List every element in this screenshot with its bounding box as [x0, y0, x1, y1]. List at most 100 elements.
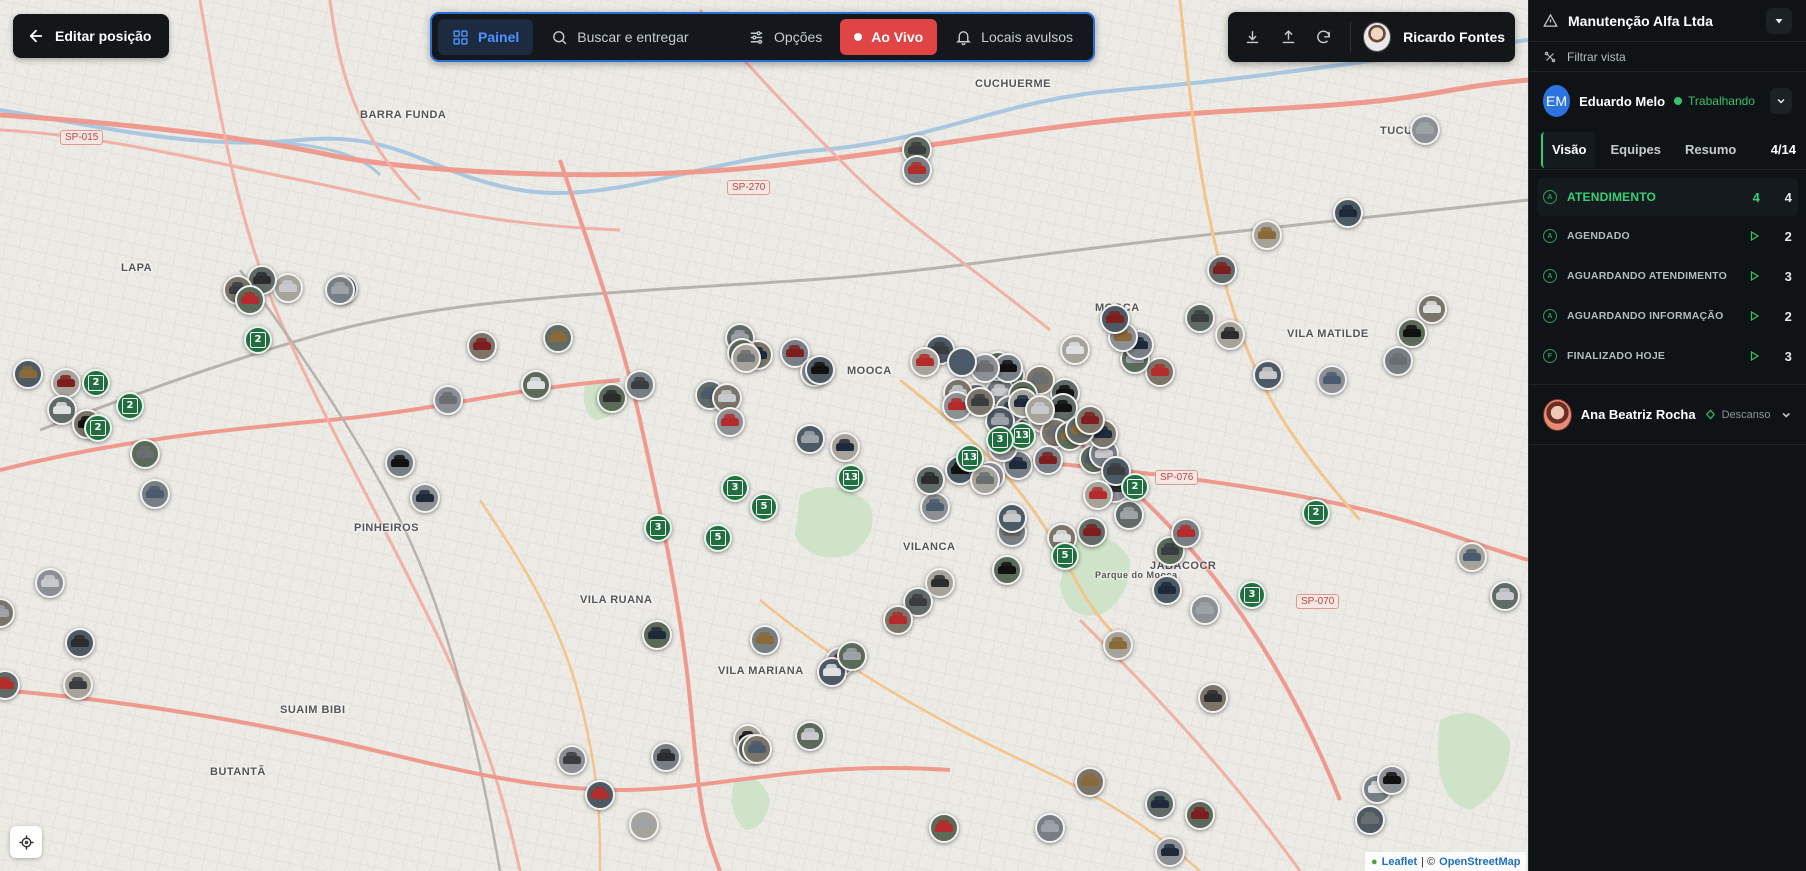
cluster-marker[interactable]: 3	[721, 474, 749, 502]
agent-expand-button[interactable]	[1769, 88, 1792, 114]
cluster-marker[interactable]: 2	[116, 392, 144, 420]
tab-visao[interactable]: Visão	[1541, 131, 1596, 168]
avatar[interactable]	[1363, 22, 1392, 52]
vehicle-marker[interactable]	[1145, 789, 1175, 819]
tab-equipes[interactable]: Equipes	[1601, 132, 1670, 168]
vehicle-marker[interactable]	[1377, 765, 1407, 795]
vehicle-marker[interactable]	[385, 448, 415, 478]
vehicle-marker[interactable]	[410, 483, 440, 513]
vehicle-marker[interactable]	[51, 368, 81, 398]
vehicle-marker[interactable]	[543, 323, 573, 353]
vehicle-marker[interactable]	[629, 810, 659, 840]
vehicle-marker[interactable]	[1075, 405, 1105, 435]
vehicle-marker[interactable]	[915, 465, 945, 495]
vehicle-marker[interactable]	[1077, 517, 1107, 547]
status-row-finalizado-hoje[interactable]: F FINALIZADO HOJE 3	[1529, 336, 1806, 376]
vehicle-marker[interactable]	[1155, 837, 1185, 867]
vehicle-marker[interactable]	[1490, 581, 1520, 611]
cluster-marker[interactable]: 2	[84, 414, 112, 442]
vehicle-marker[interactable]	[1457, 542, 1487, 572]
vehicle-marker[interactable]	[1083, 480, 1113, 510]
vehicle-marker[interactable]	[1355, 805, 1385, 835]
vehicle-marker[interactable]	[467, 331, 497, 361]
vehicle-marker[interactable]	[1252, 220, 1282, 250]
vehicle-marker[interactable]	[1035, 813, 1065, 843]
vehicle-marker[interactable]	[1417, 294, 1447, 324]
vehicle-marker[interactable]	[1171, 518, 1201, 548]
vehicle-marker[interactable]	[731, 343, 761, 373]
vehicle-marker[interactable]	[1198, 683, 1228, 713]
vehicle-marker[interactable]	[1103, 630, 1133, 660]
cluster-marker[interactable]: 13	[837, 464, 865, 492]
vehicle-marker[interactable]	[35, 568, 65, 598]
vehicle-marker[interactable]	[910, 347, 940, 377]
vehicle-marker[interactable]	[325, 275, 355, 305]
vehicle-marker[interactable]	[651, 742, 681, 772]
vehicle-marker[interactable]	[273, 273, 303, 303]
vehicle-marker[interactable]	[1060, 335, 1090, 365]
vehicle-marker[interactable]	[235, 285, 265, 315]
edit-position-button[interactable]: Editar posição	[13, 14, 170, 58]
vehicle-marker[interactable]	[997, 503, 1027, 533]
vehicle-marker[interactable]	[63, 670, 93, 700]
vehicle-marker[interactable]	[642, 620, 672, 650]
vehicle-marker[interactable]	[140, 479, 170, 509]
vehicle-marker[interactable]	[929, 813, 959, 843]
filter-view-button[interactable]: Filtrar vista	[1529, 42, 1806, 72]
vehicle-marker[interactable]	[1397, 318, 1427, 348]
vehicle-marker[interactable]	[1207, 255, 1237, 285]
tab-buscar[interactable]: Buscar e entregar	[537, 19, 702, 55]
refresh-button[interactable]	[1309, 21, 1338, 53]
vehicle-marker[interactable]	[750, 625, 780, 655]
vehicle-marker[interactable]	[1383, 346, 1413, 376]
vehicle-marker[interactable]	[1410, 115, 1440, 145]
agent-eduardo[interactable]: EM Eduardo Melo Trabalhando	[1529, 72, 1806, 130]
vehicle-marker[interactable]	[947, 347, 977, 377]
user-name[interactable]: Ricardo Fontes	[1403, 29, 1505, 45]
tab-painel[interactable]: Painel	[438, 19, 534, 55]
tab-locais[interactable]: Locais avulsos	[941, 19, 1087, 55]
cluster-marker[interactable]: 5	[750, 493, 778, 521]
cluster-marker[interactable]: 13	[956, 444, 984, 472]
vehicle-marker[interactable]	[902, 155, 932, 185]
vehicle-marker[interactable]	[521, 370, 551, 400]
cluster-marker[interactable]: 3	[1238, 581, 1266, 609]
leaflet-link[interactable]: Leaflet	[1382, 856, 1417, 868]
vehicle-marker[interactable]	[1253, 360, 1283, 390]
vehicle-marker[interactable]	[795, 721, 825, 751]
vehicle-marker[interactable]	[795, 424, 825, 454]
download-button[interactable]	[1238, 21, 1267, 53]
vehicle-marker[interactable]	[715, 407, 745, 437]
vehicle-marker[interactable]	[65, 628, 95, 658]
cluster-marker[interactable]: 2	[244, 326, 272, 354]
cluster-marker[interactable]: 3	[644, 514, 672, 542]
osm-link[interactable]: OpenStreetMap	[1439, 856, 1520, 868]
cluster-marker[interactable]: 5	[704, 524, 732, 552]
chevron-down-icon[interactable]	[1780, 408, 1792, 422]
cluster-marker[interactable]: 2	[1121, 473, 1149, 501]
vehicle-marker[interactable]	[13, 359, 43, 389]
vehicle-marker[interactable]	[1033, 445, 1063, 475]
tab-resumo[interactable]: Resumo	[1676, 132, 1745, 168]
vehicle-marker[interactable]	[1075, 767, 1105, 797]
vehicle-marker[interactable]	[920, 492, 950, 522]
map-view[interactable]: BARRA FUNDA LAPA PINHEIROS MOOCA VILA MA…	[0, 0, 1528, 871]
locate-button[interactable]	[10, 826, 42, 858]
status-row-atendimento[interactable]: A ATENDIMENTO 4 4	[1537, 178, 1798, 216]
cluster-marker[interactable]: 5	[1051, 542, 1079, 570]
status-row-aguardando-atendimento[interactable]: A AGUARDANDO ATENDIMENTO 3	[1529, 256, 1806, 296]
vehicle-marker[interactable]	[742, 734, 772, 764]
vehicle-marker[interactable]	[1333, 198, 1363, 228]
org-dropdown-button[interactable]	[1766, 7, 1792, 34]
vehicle-marker[interactable]	[1152, 575, 1182, 605]
vehicle-marker[interactable]	[830, 432, 860, 462]
vehicle-marker[interactable]	[883, 605, 913, 635]
vehicle-marker[interactable]	[625, 370, 655, 400]
status-row-aguardando-informacao[interactable]: A AGUARDANDO INFORMAÇÃO 2	[1529, 296, 1806, 336]
cluster-marker[interactable]: 3	[986, 426, 1014, 454]
vehicle-marker[interactable]	[1185, 303, 1215, 333]
vehicle-marker[interactable]	[1215, 320, 1245, 350]
vehicle-marker[interactable]	[557, 745, 587, 775]
vehicle-marker[interactable]	[1317, 365, 1347, 395]
upload-button[interactable]	[1273, 21, 1302, 53]
